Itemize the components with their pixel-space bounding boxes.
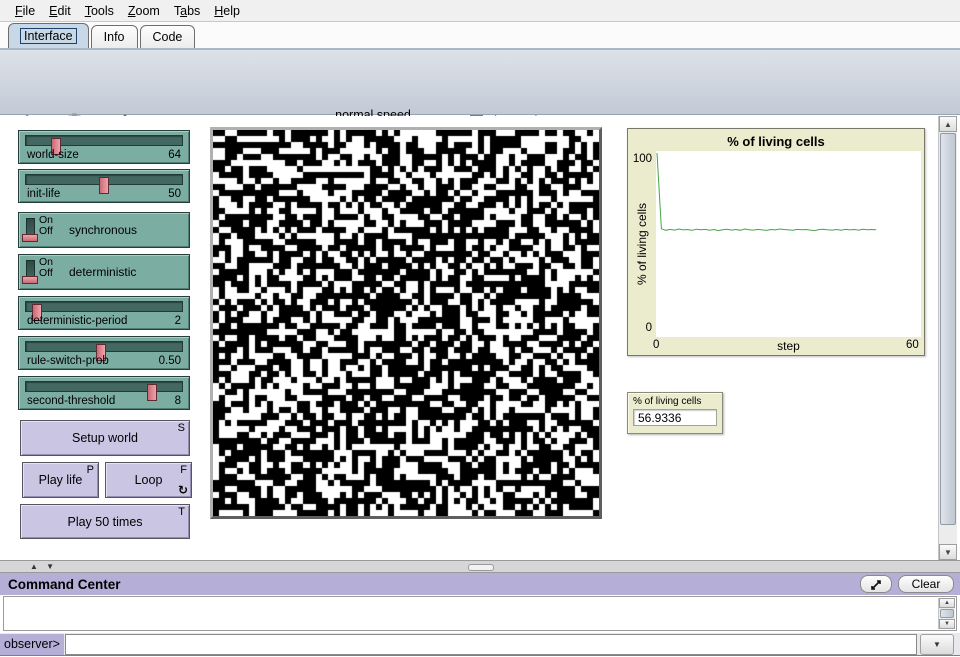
switch-synchronous[interactable]: OnOff synchronous [18, 212, 190, 248]
command-center-header: Command Center Clear [0, 573, 960, 595]
menu-bar: File Edit Tools Zoom Tabs Help [0, 0, 960, 22]
monitor-living-cells: % of living cells 56.9336 [627, 392, 723, 434]
switch-deterministic[interactable]: OnOff deterministic [18, 254, 190, 290]
interface-toolbar: Edit Delete + Add abc Button ▼ normal sp… [0, 50, 960, 115]
action-key: S [178, 422, 185, 434]
world-view-canvas[interactable] [213, 130, 599, 516]
world-view[interactable] [210, 127, 602, 519]
scrollbar-thumb[interactable] [940, 609, 954, 618]
up-arrow-icon: ▲ [944, 600, 950, 606]
command-center-title: Command Center [0, 577, 860, 592]
play-50-times-button[interactable]: Play 50 times T [20, 504, 190, 539]
switch-knob[interactable] [22, 234, 38, 242]
scroll-up-button[interactable]: ▲ [939, 598, 955, 608]
tab-code[interactable]: Code [140, 25, 196, 48]
splitter-handle[interactable] [468, 564, 494, 571]
command-center-splitter[interactable]: ▲ ▼ [0, 560, 960, 573]
up-arrow-icon: ▲ [944, 120, 952, 129]
down-arrow-icon: ▼ [944, 621, 950, 627]
tab-interface[interactable]: Interface [8, 23, 89, 48]
tab-info[interactable]: Info [91, 25, 138, 48]
command-input[interactable] [65, 634, 917, 655]
slider-init-life[interactable]: init-life50 [18, 169, 190, 203]
menu-zoom[interactable]: Zoom [121, 2, 167, 20]
menu-edit[interactable]: Edit [42, 2, 78, 20]
export-output-button[interactable] [860, 575, 892, 593]
y-tick-100: 100 [628, 153, 652, 165]
loop-button[interactable]: Loop F ↻ [105, 462, 192, 498]
chevron-down-icon: ▼ [933, 640, 941, 649]
plot-title: % of living cells [628, 134, 924, 149]
menu-help[interactable]: Help [207, 2, 247, 20]
output-scrollbar[interactable]: ▲ ▼ [938, 598, 955, 629]
plot-area [656, 151, 921, 337]
monitor-value: 56.9336 [633, 409, 717, 426]
scrollbar-thumb[interactable] [940, 133, 956, 525]
play-life-button[interactable]: Play life P [22, 462, 99, 498]
monitor-label: % of living cells [628, 393, 722, 407]
menu-tabs[interactable]: Tabs [167, 2, 207, 20]
slider-deterministic-period[interactable]: deterministic-period2 [18, 296, 190, 330]
menu-tools[interactable]: Tools [78, 2, 121, 20]
plot-living-cells: % of living cells % of living cells 100 … [627, 128, 925, 356]
interface-canvas: world-size64 init-life50 OnOff synchrono… [0, 116, 960, 560]
slider-second-threshold[interactable]: second-threshold8 [18, 376, 190, 410]
down-arrow-icon: ▼ [944, 548, 952, 557]
command-center-input-row: observer> ▼ [0, 633, 960, 656]
scroll-down-button[interactable]: ▼ [939, 544, 957, 560]
clear-button[interactable]: Clear [898, 575, 954, 593]
command-center-output: ▲ ▼ [3, 596, 957, 631]
switch-knob[interactable] [22, 276, 38, 284]
command-history-dropdown[interactable]: ▼ [920, 634, 954, 655]
observer-prompt: observer> [0, 634, 64, 655]
action-key: T [178, 506, 185, 518]
splitter-arrows-icon[interactable]: ▲ ▼ [30, 562, 57, 571]
slider-world-size[interactable]: world-size64 [18, 130, 190, 164]
interface-vertical-scrollbar[interactable]: ▲ ▼ [938, 116, 957, 560]
action-key: F [180, 464, 187, 476]
netlogo-window: File Edit Tools Zoom Tabs Help Interface… [0, 0, 960, 657]
expand-icon [870, 579, 882, 591]
scroll-down-button[interactable]: ▼ [939, 619, 955, 629]
action-key: P [87, 464, 94, 476]
y-tick-0: 0 [628, 322, 652, 334]
menu-file[interactable]: File [8, 2, 42, 20]
plot-x-axis-label: step [656, 339, 921, 353]
forever-icon: ↻ [178, 483, 188, 497]
scroll-up-button[interactable]: ▲ [939, 116, 957, 132]
slider-rule-switch-prob[interactable]: rule-switch-prob0.50 [18, 336, 190, 370]
tab-bar: Interface Info Code [0, 22, 960, 50]
plot-y-axis-label: % of living cells [635, 151, 649, 337]
setup-world-button[interactable]: Setup world S [20, 420, 190, 456]
